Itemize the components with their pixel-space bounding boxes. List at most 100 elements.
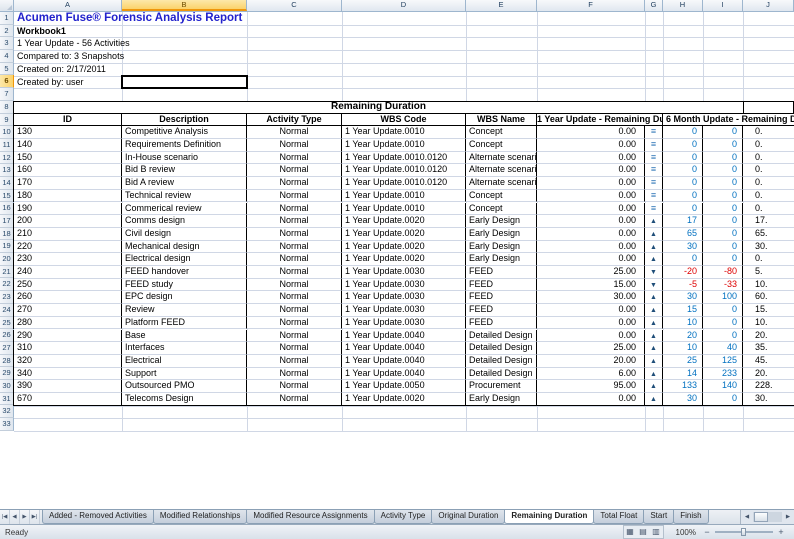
cell-i[interactable]: 0 xyxy=(703,164,743,177)
trend-cell[interactable]: ≡ xyxy=(645,139,663,152)
cell-j[interactable]: 0. xyxy=(743,164,794,177)
cell-j[interactable]: 0. xyxy=(743,203,794,216)
column-header-J[interactable]: J xyxy=(743,0,794,11)
cell-f[interactable]: 0.00 xyxy=(537,203,645,216)
cell-j[interactable]: 5. xyxy=(743,266,794,279)
cell-f[interactable]: 0.00 xyxy=(537,126,645,139)
cell-id[interactable]: 200 xyxy=(14,215,122,228)
cell-f[interactable]: 0.00 xyxy=(537,215,645,228)
cell-id[interactable]: 130 xyxy=(14,126,122,139)
cell-wbs[interactable]: 1 Year Update.0010 xyxy=(342,139,466,152)
column-header-G[interactable]: G xyxy=(645,0,663,11)
cell-j[interactable]: 65. xyxy=(743,228,794,241)
cell-j[interactable]: 20. xyxy=(743,330,794,343)
cell-id[interactable]: 280 xyxy=(14,317,122,330)
trend-cell[interactable]: ▲ xyxy=(645,291,663,304)
cell-type[interactable]: Normal xyxy=(247,342,342,355)
cell-f[interactable]: 0.00 xyxy=(537,164,645,177)
trend-cell[interactable]: ▲ xyxy=(645,355,663,368)
horizontal-scrollbar[interactable]: ◀ ▶ xyxy=(740,510,794,524)
cell-wbsname[interactable]: Early Design xyxy=(466,393,537,406)
trend-cell[interactable]: ▲ xyxy=(645,253,663,266)
cell-wbsname[interactable]: Concept xyxy=(466,190,537,203)
cell-j[interactable]: 30. xyxy=(743,393,794,406)
cell-type[interactable]: Normal xyxy=(247,291,342,304)
first-sheet-icon[interactable]: |◀ xyxy=(0,510,10,524)
cell-h[interactable]: 0 xyxy=(663,139,703,152)
cell-f[interactable]: 25.00 xyxy=(537,342,645,355)
cell-f[interactable]: 0.00 xyxy=(537,330,645,343)
trend-cell[interactable]: ≡ xyxy=(645,164,663,177)
cell-type[interactable]: Normal xyxy=(247,279,342,292)
cell-h[interactable]: 30 xyxy=(663,241,703,254)
cell-i[interactable]: 40 xyxy=(703,342,743,355)
cell-type[interactable]: Normal xyxy=(247,330,342,343)
cell-h[interactable]: 0 xyxy=(663,190,703,203)
cell-h[interactable]: 0 xyxy=(663,177,703,190)
cell-desc[interactable]: Civil design xyxy=(122,228,247,241)
cell-i[interactable]: 0 xyxy=(703,177,743,190)
column-header-F[interactable]: F xyxy=(537,0,645,11)
cell-desc[interactable]: Requirements Definition xyxy=(122,139,247,152)
trend-cell[interactable]: ≡ xyxy=(645,203,663,216)
column-header-H[interactable]: H xyxy=(663,0,703,11)
cell-type[interactable]: Normal xyxy=(247,304,342,317)
cell-wbs[interactable]: 1 Year Update.0020 xyxy=(342,215,466,228)
cell-id[interactable]: 220 xyxy=(14,241,122,254)
cell-j[interactable]: 30. xyxy=(743,241,794,254)
cell-h[interactable]: 0 xyxy=(663,203,703,216)
cell-id[interactable]: 170 xyxy=(14,177,122,190)
column-header-A[interactable]: A xyxy=(14,0,122,11)
cell-i[interactable]: 0 xyxy=(703,203,743,216)
col-header-activity-type[interactable]: Activity Type xyxy=(247,114,342,126)
sheet-tab-total-float[interactable]: Total Float xyxy=(593,510,644,524)
cell-type[interactable]: Normal xyxy=(247,355,342,368)
cell-type[interactable]: Normal xyxy=(247,253,342,266)
cell-wbs[interactable]: 1 Year Update.0010.0120 xyxy=(342,177,466,190)
cell-type[interactable]: Normal xyxy=(247,203,342,216)
cell-type[interactable]: Normal xyxy=(247,266,342,279)
sheet-grid[interactable]: 1234567891011121314151617181920212223242… xyxy=(0,12,794,509)
cell-f[interactable]: 20.00 xyxy=(537,355,645,368)
cell-id[interactable]: 160 xyxy=(14,164,122,177)
cell-j[interactable]: 10. xyxy=(743,279,794,292)
cell-wbsname[interactable]: FEED xyxy=(466,266,537,279)
cell-h[interactable]: 30 xyxy=(663,393,703,406)
cell-wbs[interactable]: 1 Year Update.0030 xyxy=(342,279,466,292)
cell-type[interactable]: Normal xyxy=(247,164,342,177)
cell-i[interactable]: 100 xyxy=(703,291,743,304)
active-cell-selection[interactable] xyxy=(121,75,248,90)
cell-i[interactable]: 233 xyxy=(703,368,743,381)
cell-f[interactable]: 0.00 xyxy=(537,190,645,203)
cell-type[interactable]: Normal xyxy=(247,215,342,228)
cell-h[interactable]: 30 xyxy=(663,291,703,304)
scroll-right-icon[interactable]: ▶ xyxy=(782,510,794,524)
cell-desc[interactable]: Base xyxy=(122,330,247,343)
cell-id[interactable]: 320 xyxy=(14,355,122,368)
trend-cell[interactable]: ▲ xyxy=(645,342,663,355)
trend-cell[interactable]: ▲ xyxy=(645,368,663,381)
cell-j[interactable]: 60. xyxy=(743,291,794,304)
cell-wbsname[interactable]: Detailed Design xyxy=(466,330,537,343)
cell-i[interactable]: 0 xyxy=(703,215,743,228)
cell-id[interactable]: 150 xyxy=(14,152,122,165)
col-header-description[interactable]: Description xyxy=(122,114,247,126)
cell-desc[interactable]: EPC design xyxy=(122,291,247,304)
cell-h[interactable]: 17 xyxy=(663,215,703,228)
sheet-tab-remaining-duration[interactable]: Remaining Duration xyxy=(504,510,594,524)
trend-cell[interactable]: ≡ xyxy=(645,126,663,139)
trend-cell[interactable]: ≡ xyxy=(645,177,663,190)
cell-type[interactable]: Normal xyxy=(247,190,342,203)
cell-wbsname[interactable]: Early Design xyxy=(466,253,537,266)
cell-wbs[interactable]: 1 Year Update.0040 xyxy=(342,368,466,381)
cell-i[interactable]: 0 xyxy=(703,317,743,330)
cell-desc[interactable]: Competitive Analysis xyxy=(122,126,247,139)
cell-h[interactable]: 65 xyxy=(663,228,703,241)
cell-i[interactable]: 0 xyxy=(703,228,743,241)
col-header-wbs-code[interactable]: WBS Code xyxy=(342,114,466,126)
trend-cell[interactable]: ▲ xyxy=(645,380,663,393)
cell-h[interactable]: 10 xyxy=(663,342,703,355)
cell-id[interactable]: 210 xyxy=(14,228,122,241)
cell-desc[interactable]: Review xyxy=(122,304,247,317)
cell-j[interactable]: 0. xyxy=(743,253,794,266)
